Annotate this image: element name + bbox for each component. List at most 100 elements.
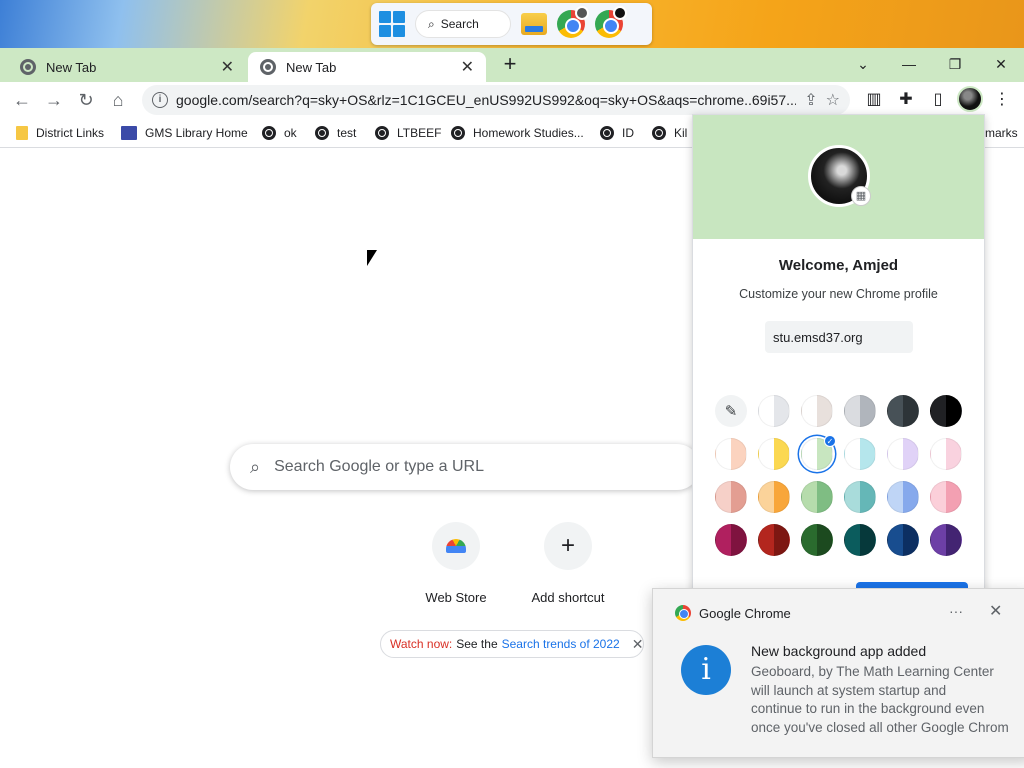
share-icon[interactable]: ⇪ [804, 90, 817, 110]
color-swatch[interactable] [844, 438, 876, 470]
shortcut-label: Add shortcut [531, 590, 605, 605]
tab-new-tab-1[interactable]: New Tab ✕ [8, 52, 246, 82]
side-panel-icon[interactable]: ▯ [926, 88, 950, 112]
color-swatch[interactable] [758, 438, 790, 470]
color-swatch[interactable] [715, 481, 747, 513]
bookmark-gms-library[interactable]: GMS Library Home [121, 124, 248, 142]
color-swatch[interactable] [930, 524, 962, 556]
eyedropper-icon[interactable]: ✎ [715, 395, 747, 427]
tab-new-tab-2[interactable]: New Tab ✕ [248, 52, 486, 82]
notification-toast[interactable]: Google Chrome ··· ✕ i New background app… [652, 588, 1024, 758]
restore-button[interactable]: ❐ [943, 52, 967, 76]
notification-header: Google Chrome [675, 605, 791, 621]
promo-link[interactable]: Search trends of 2022 [502, 637, 620, 651]
shortcut-tile [432, 522, 480, 570]
chrome-profile-icon[interactable] [557, 6, 589, 38]
site-info-icon[interactable]: i [152, 92, 168, 108]
close-tab-icon[interactable]: ✕ [221, 57, 234, 77]
color-swatch[interactable] [801, 524, 833, 556]
close-promo-icon[interactable]: ✕ [632, 636, 644, 653]
color-swatch[interactable] [844, 524, 876, 556]
extensions-puzzle-icon[interactable]: ✚ [894, 88, 918, 112]
bookmark-ok[interactable]: ok [262, 124, 297, 142]
globe-icon [600, 126, 614, 140]
shortcut-add[interactable]: + Add shortcut [513, 522, 623, 605]
promo-middle: See the [456, 637, 498, 651]
profile-name-field[interactable]: stu.emsd37.org [765, 321, 913, 353]
color-swatch[interactable] [715, 524, 747, 556]
close-tab-icon[interactable]: ✕ [461, 57, 474, 77]
shortcut-label: Web Store [425, 590, 487, 605]
all-bookmarks-label[interactable]: marks [985, 124, 1018, 142]
notification-app-name: Google Chrome [699, 605, 791, 621]
more-options-icon[interactable]: ··· [949, 603, 963, 619]
new-tab-button[interactable]: + [498, 52, 522, 76]
globe-icon [652, 126, 666, 140]
kebab-menu-icon[interactable]: ⋮ [990, 88, 1014, 112]
close-notification-icon[interactable]: ✕ [989, 601, 1002, 621]
file-explorer-icon[interactable] [521, 13, 547, 35]
forward-button[interactable]: → [42, 88, 66, 112]
color-swatch[interactable]: ✓ [801, 435, 836, 470]
color-swatch[interactable] [887, 524, 919, 556]
check-icon: ✓ [824, 435, 836, 447]
globe-icon [315, 126, 329, 140]
color-swatch[interactable] [887, 395, 919, 427]
shortcut-web-store[interactable]: Web Store [401, 522, 511, 605]
promo-prefix: Watch now: [390, 637, 453, 651]
color-swatch[interactable] [887, 438, 919, 470]
globe-icon [451, 126, 465, 140]
color-swatch[interactable] [930, 395, 962, 427]
reload-button[interactable]: ↻ [74, 88, 98, 112]
ntp-search-box[interactable]: ⌕ Search Google or type a URL [230, 444, 700, 490]
color-swatch[interactable] [801, 395, 833, 427]
tab-title: New Tab [46, 59, 97, 75]
bookmark-id[interactable]: ID [600, 124, 634, 142]
color-swatch[interactable] [844, 481, 876, 513]
color-swatch[interactable] [758, 524, 790, 556]
back-button[interactable]: ← [10, 88, 34, 112]
profile-avatar-button[interactable] [957, 86, 983, 112]
notification-title: New background app added [751, 643, 927, 659]
extension-icon[interactable]: ▥ [862, 88, 886, 112]
bookmark-kil[interactable]: Kil [652, 124, 687, 142]
search-placeholder: Search Google or type a URL [274, 458, 484, 475]
profile-customization-panel: ▦ Welcome, Amjed Customize your new Chro… [692, 114, 985, 594]
search-icon: ⌕ [250, 456, 261, 477]
url-text[interactable]: google.com/search?q=sky+OS&rlz=1C1GCEU_e… [176, 92, 796, 108]
customize-subtitle: Customize your new Chrome profile [739, 287, 938, 301]
bookmark-star-icon[interactable]: ☆ [826, 90, 840, 110]
taskbar-search-button[interactable]: ⌕ Search [415, 10, 511, 38]
taskbar-search-label: Search [440, 17, 479, 31]
mouse-cursor [367, 250, 377, 266]
color-theme-grid: ✎ ✓ [715, 395, 971, 556]
color-swatch[interactable] [887, 481, 919, 513]
color-swatch[interactable] [758, 395, 790, 427]
bookmark-test[interactable]: test [315, 124, 356, 142]
color-swatch[interactable] [930, 481, 962, 513]
globe-icon [375, 126, 389, 140]
tab-search-chevron-icon[interactable]: ⌄ [851, 52, 875, 76]
bookmark-homework-studies[interactable]: Homework Studies... [451, 124, 584, 142]
chrome-icon[interactable] [595, 6, 627, 38]
color-swatch[interactable] [715, 438, 747, 470]
profile-avatar-large[interactable]: ▦ [808, 145, 871, 207]
plus-icon: + [544, 522, 592, 570]
color-swatch[interactable] [801, 481, 833, 513]
tab-title: New Tab [286, 59, 337, 75]
color-swatch[interactable] [930, 438, 962, 470]
address-bar[interactable]: i google.com/search?q=sky+OS&rlz=1C1GCEU… [142, 85, 850, 115]
home-button[interactable]: ⌂ [106, 88, 130, 112]
promo-chip[interactable]: Watch now: See the Search trends of 2022… [380, 630, 644, 658]
color-swatch[interactable] [844, 395, 876, 427]
close-window-button[interactable]: ✕ [989, 52, 1013, 76]
welcome-heading: Welcome, Amjed [778, 257, 899, 274]
windows-start-icon[interactable] [379, 11, 405, 37]
search-icon: ⌕ [428, 16, 435, 31]
chrome-favicon-icon [260, 59, 276, 75]
minimize-button[interactable]: — [897, 52, 921, 76]
bookmark-ltbeef[interactable]: LTBEEF [375, 124, 441, 142]
managed-building-icon: ▦ [851, 186, 871, 206]
bookmark-district-links[interactable]: District Links [16, 124, 104, 142]
color-swatch[interactable] [758, 481, 790, 513]
